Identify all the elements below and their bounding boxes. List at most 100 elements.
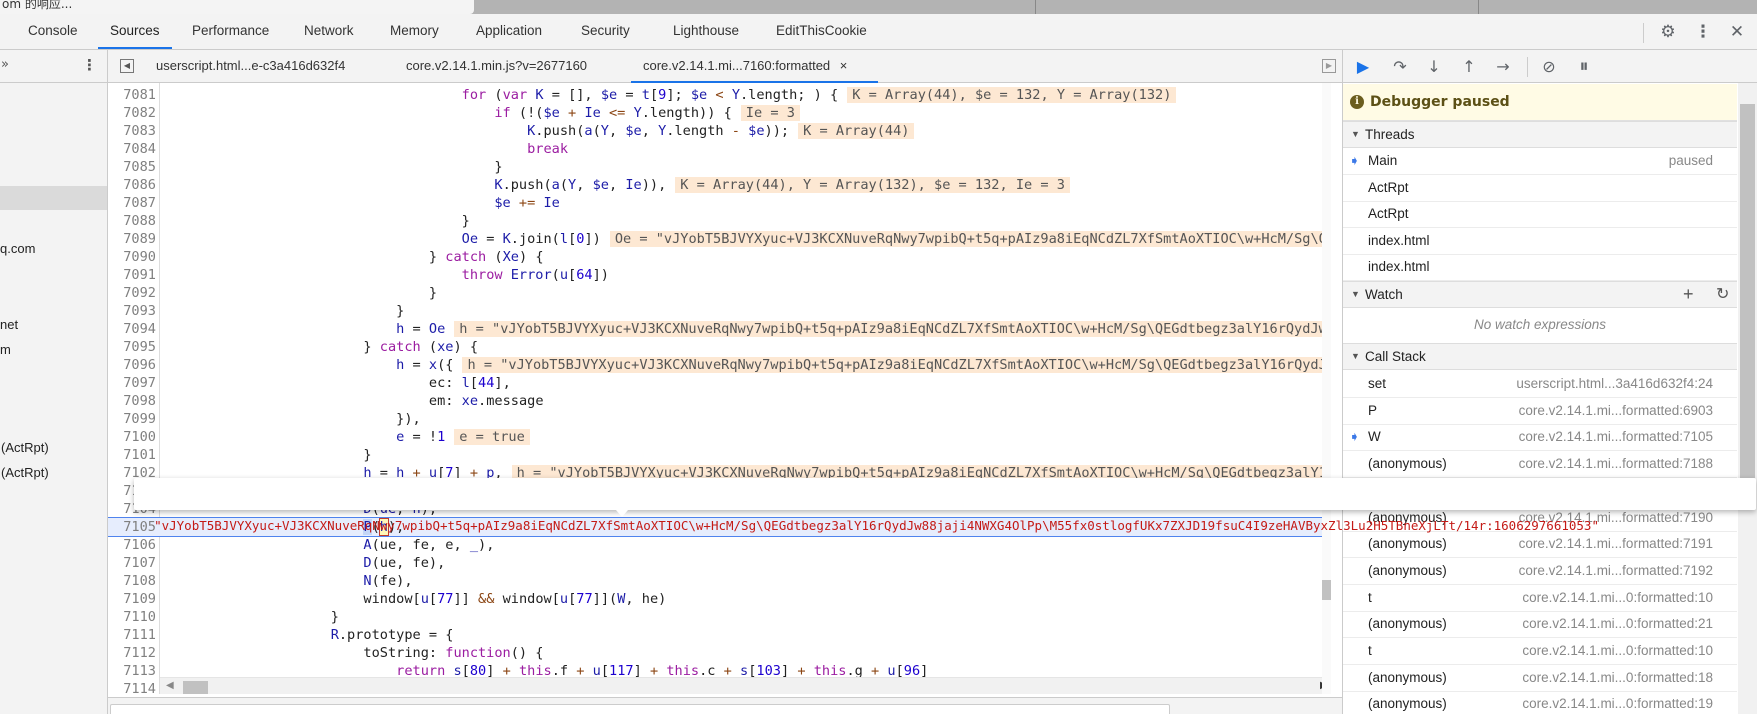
code-line[interactable]: 7083 K.push(a(Y, $e, Y.length - $e)); K =… — [108, 122, 1322, 140]
callstack-frame[interactable]: ➧ Wcore.v2.14.1.mi...formatted:7105 — [1343, 424, 1737, 452]
scrollbar-thumb[interactable] — [1322, 580, 1331, 600]
watch-section-header[interactable]: ▼ Watch + ↻ — [1343, 281, 1737, 308]
thread-item[interactable]: ActRpt — [1343, 201, 1737, 229]
line-number[interactable]: 7089 — [108, 230, 156, 248]
step-into-icon[interactable]: ↓ — [1423, 56, 1445, 78]
line-number[interactable]: 7099 — [108, 410, 156, 428]
toggle-debugger-icon[interactable]: ▶ — [1322, 59, 1336, 73]
line-number[interactable]: 7112 — [108, 644, 156, 662]
editor-tab-userscript[interactable]: userscript.html...e-c3a416d632f4 — [156, 50, 345, 83]
code-line[interactable]: 7098 em: xe.message — [108, 392, 1322, 410]
close-devtools-icon[interactable]: ✕ — [1727, 22, 1747, 42]
line-number[interactable]: 7097 — [108, 374, 156, 392]
frame-location[interactable]: userscript.html...3a416d632f4:24 — [1516, 371, 1713, 397]
callstack-section-header[interactable]: ▼ Call Stack — [1343, 343, 1737, 370]
code-line[interactable]: 7088 } — [108, 212, 1322, 230]
navigator-item[interactable]: net — [0, 315, 18, 335]
callstack-frame[interactable]: (anonymous) core.v2.14.1.mi...formatted:7… — [1343, 558, 1737, 585]
code-line[interactable]: 7090 } catch (Xe) { — [108, 248, 1322, 266]
thread-item[interactable]: ➧ Main paused — [1343, 148, 1737, 175]
line-number[interactable]: 7107 — [108, 554, 156, 572]
code-line[interactable]: 7094 h = Oe h = "vJYobT5BJVYXyuc+VJ3KCXNu… — [108, 320, 1330, 338]
code-line[interactable]: 7091 throw Error(u[64]) — [108, 266, 1322, 284]
line-number[interactable]: 7110 — [108, 608, 156, 626]
line-number[interactable]: 7082 — [108, 104, 156, 122]
deactivate-breakpoints-icon[interactable]: ⊘ — [1538, 56, 1560, 78]
tab-editthiscookie[interactable]: EditThisCookie — [776, 14, 867, 49]
thread-item[interactable]: index.html — [1343, 228, 1737, 255]
code-line[interactable]: 7108 N(fe), — [108, 572, 1322, 590]
horizontal-scrollbar[interactable]: ◀ ▶ — [160, 677, 1330, 694]
code-line[interactable]: 7109 window[u[77]] && window[u[77]](W, h… — [108, 590, 1322, 608]
step-icon[interactable]: → — [1492, 56, 1514, 78]
callstack-frame[interactable]: set userscript.html...3a416d632f4:24 — [1343, 371, 1737, 398]
code-line[interactable]: 7085 } — [108, 158, 1322, 176]
settings-gear-icon[interactable]: ⚙ — [1658, 22, 1678, 42]
step-out-icon[interactable]: ↑ — [1458, 56, 1480, 78]
line-number[interactable]: 7093 — [108, 302, 156, 320]
code-line[interactable]: 7112 toString: function() { — [108, 644, 1322, 662]
more-options-kebab-icon[interactable]: ⋮ — [1693, 22, 1713, 42]
line-number[interactable]: 7108 — [108, 572, 156, 590]
tab-security[interactable]: Security — [581, 14, 630, 49]
navigator-item[interactable]: m — [0, 340, 11, 360]
code-line[interactable]: 7099 }), — [108, 410, 1322, 428]
frame-location[interactable]: core.v2.14.1.mi...0:formatted:10 — [1522, 585, 1713, 611]
navigator-item[interactable]: (ActRpt) — [1, 463, 49, 483]
line-number[interactable]: 7091 — [108, 266, 156, 284]
frame-location[interactable]: core.v2.14.1.mi...0:formatted:18 — [1522, 665, 1713, 691]
line-number[interactable]: 7113 — [108, 662, 156, 680]
line-number[interactable]: 7095 — [108, 338, 156, 356]
navigator-item[interactable]: q.com — [0, 239, 35, 259]
line-number[interactable]: 7087 — [108, 194, 156, 212]
scrollbar-thumb[interactable] — [183, 681, 208, 694]
add-watch-icon[interactable]: + — [1683, 282, 1694, 307]
scrollbar-thumb[interactable] — [1740, 104, 1755, 490]
tab-network[interactable]: Network — [304, 14, 354, 49]
callstack-frame[interactable]: (anonymous) core.v2.14.1.mi...formatted:7… — [1343, 451, 1737, 479]
line-number[interactable]: 7092 — [108, 284, 156, 302]
browser-tab-active[interactable]: om 的响应... — [0, 0, 474, 14]
line-number[interactable]: 7100 — [108, 428, 156, 446]
line-number[interactable]: 7109 — [108, 590, 156, 608]
tab-performance[interactable]: Performance — [192, 14, 269, 49]
code-line[interactable]: 7111 R.prototype = { — [108, 626, 1322, 644]
tab-lighthouse[interactable]: Lighthouse — [673, 14, 739, 49]
line-number[interactable]: 7090 — [108, 248, 156, 266]
tab-application[interactable]: Application — [476, 14, 542, 49]
code-line[interactable]: 7097 ec: l[44], — [108, 374, 1322, 392]
code-area[interactable]: 7081 for (var K = [], $e = t[9]; $e < Y.… — [108, 83, 1330, 694]
code-line[interactable]: 7086 K.push(a(Y, $e, Ie)), K = Array(44),… — [108, 176, 1322, 194]
editor-tab-core-min[interactable]: core.v2.14.1.min.js?v=2677160 — [406, 50, 587, 83]
frame-location[interactable]: core.v2.14.1.mi...formatted:7192 — [1519, 558, 1713, 584]
code-line[interactable]: 7093 } — [108, 302, 1322, 320]
line-number[interactable]: 7111 — [108, 626, 156, 644]
frame-location[interactable]: core.v2.14.1.mi...formatted:7105 — [1519, 424, 1713, 450]
tab-memory[interactable]: Memory — [390, 14, 439, 49]
code-line[interactable]: 7095 } catch (xe) { — [108, 338, 1322, 356]
frame-location[interactable]: core.v2.14.1.mi...formatted:6903 — [1519, 398, 1713, 424]
line-number[interactable]: 7088 — [108, 212, 156, 230]
sidebar-scrollbar[interactable] — [1738, 83, 1757, 714]
resume-icon[interactable]: ▶ — [1352, 56, 1374, 78]
code-line[interactable]: 7082 if (!($e + Ie <= Y.length)) {Ie = 3 — [108, 104, 1322, 122]
pause-on-exceptions-icon[interactable]: ⏸ — [1573, 56, 1595, 78]
code-line[interactable]: 7110 } — [108, 608, 1322, 626]
scroll-left-arrow-icon[interactable]: ◀ — [166, 680, 174, 691]
line-number[interactable]: 7096 — [108, 356, 156, 374]
callstack-frame[interactable]: (anonymous) core.v2.14.1.mi...0:formatted… — [1343, 611, 1737, 639]
vertical-scrollbar[interactable] — [1322, 83, 1331, 694]
line-number[interactable]: 7094 — [108, 320, 156, 338]
more-tabs-chevron-icon[interactable]: » — [1, 57, 9, 72]
frame-location[interactable]: core.v2.14.1.mi...0:formatted:21 — [1522, 611, 1713, 637]
tab-console[interactable]: Console — [28, 14, 78, 49]
threads-section-header[interactable]: ▼ Threads — [1343, 121, 1737, 148]
code-line[interactable]: 7084 break — [108, 140, 1322, 158]
line-number[interactable]: 7101 — [108, 446, 156, 464]
thread-item[interactable]: index.html — [1343, 254, 1737, 282]
navigator-menu-kebab-icon[interactable]: ⋮ — [82, 56, 97, 74]
code-line[interactable]: 7096 h = x({h = "vJYobT5BJVYXyuc+VJ3KCXN… — [108, 356, 1330, 374]
code-line[interactable]: 7081 for (var K = [], $e = t[9]; $e < Y.… — [108, 86, 1322, 104]
frame-location[interactable]: core.v2.14.1.mi...formatted:7188 — [1519, 451, 1713, 477]
line-number[interactable]: 7081 — [108, 86, 156, 104]
